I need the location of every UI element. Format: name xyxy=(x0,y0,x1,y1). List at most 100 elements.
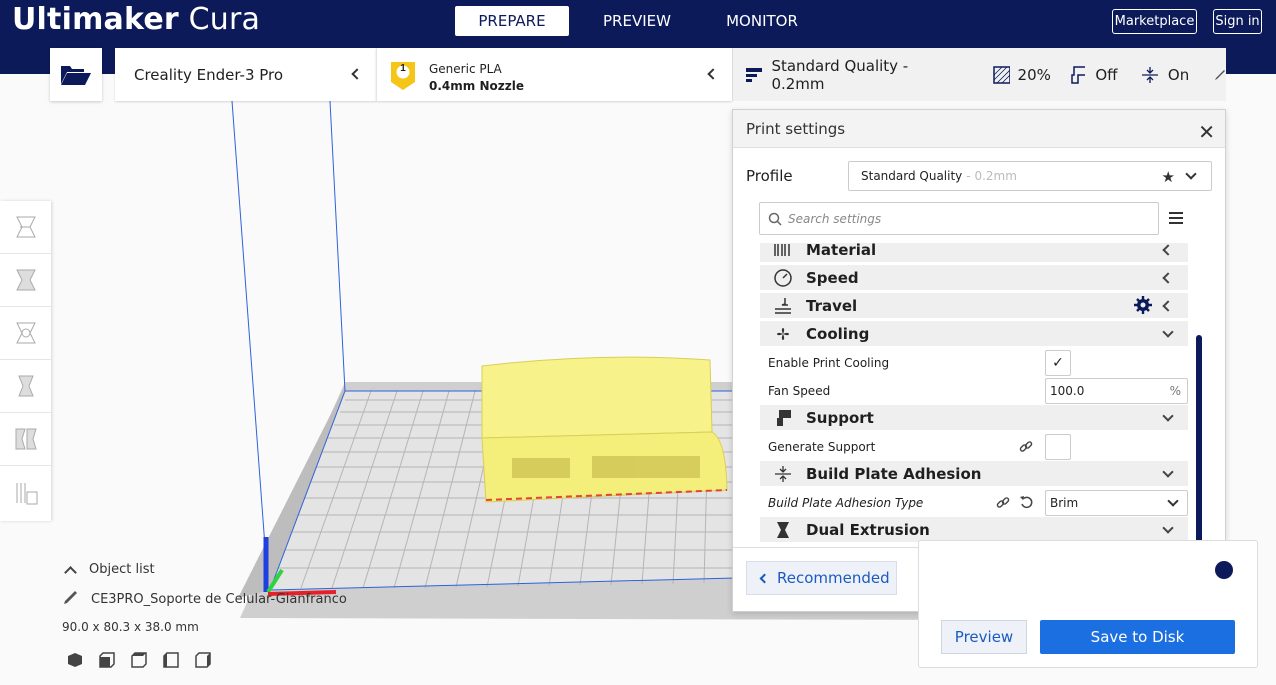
category-label: Build Plate Adhesion xyxy=(806,464,982,483)
recommended-button[interactable]: Recommended xyxy=(746,561,897,595)
support-icon xyxy=(760,409,806,427)
mirror-tool-icon[interactable] xyxy=(0,360,51,413)
setting-fan-speed: Fan Speed 100.0 % xyxy=(760,377,1188,405)
category-dual-extrusion[interactable]: Dual Extrusion xyxy=(760,517,1188,542)
preview-button[interactable]: Preview xyxy=(941,620,1027,654)
nozzle-size: 0.4mm Nozzle xyxy=(429,79,524,93)
fan-speed-unit: % xyxy=(1169,384,1181,398)
settings-menu-icon[interactable] xyxy=(1169,211,1183,229)
scale-tool-icon[interactable] xyxy=(0,254,51,307)
category-material[interactable]: Material xyxy=(760,243,1188,262)
move-tool-icon[interactable] xyxy=(0,201,51,254)
rotate-tool-icon[interactable] xyxy=(0,307,51,360)
setting-label: Enable Print Cooling xyxy=(768,356,890,370)
link-icon[interactable] xyxy=(996,496,1010,513)
printer-name: Creality Ender-3 Pro xyxy=(134,65,284,84)
top-view-icon[interactable] xyxy=(131,652,147,672)
fan-speed-value: 100.0 xyxy=(1050,384,1085,398)
sign-in-button[interactable]: Sign in xyxy=(1213,9,1262,34)
setting-label: Build Plate Adhesion Type xyxy=(768,496,924,510)
fan-icon xyxy=(760,324,806,344)
object-row[interactable]: CE3PRO_Soporte de Celular-Gianfranco xyxy=(62,589,347,610)
category-label: Dual Extrusion xyxy=(806,520,930,539)
search-placeholder: Search settings xyxy=(788,211,882,226)
tab-prepare[interactable]: PREPARE xyxy=(455,6,569,36)
star-icon[interactable]: ★ xyxy=(1162,168,1175,186)
object-name: CE3PRO_Soporte de Celular-Gianfranco xyxy=(91,592,347,607)
adhesion-icon xyxy=(1142,66,1158,83)
open-file-button[interactable] xyxy=(50,48,102,101)
info-icon[interactable] xyxy=(1215,561,1233,579)
print-setup-selector[interactable]: Standard Quality - 0.2mm 20% Off On xyxy=(732,48,1226,101)
chevron-down-icon xyxy=(1162,409,1174,422)
chevron-down-icon xyxy=(1162,325,1174,338)
support-value: Off xyxy=(1095,65,1118,84)
support-blocker-icon[interactable] xyxy=(0,466,51,519)
transform-toolbar xyxy=(0,201,51,521)
folder-open-icon xyxy=(61,65,91,85)
tab-monitor[interactable]: MONITOR xyxy=(697,6,827,36)
generate-support-checkbox[interactable] xyxy=(1045,434,1071,460)
category-support[interactable]: Support xyxy=(760,405,1188,430)
view-orientation-buttons xyxy=(67,652,347,672)
chevron-down-icon xyxy=(1162,465,1174,478)
adhesion-icon xyxy=(760,465,806,483)
category-label: Support xyxy=(806,408,874,427)
object-list-panel: Object list CE3PRO_Soporte de Celular-Gi… xyxy=(62,562,347,672)
setting-generate-support: Generate Support xyxy=(760,433,1188,461)
per-model-settings-icon[interactable] xyxy=(0,413,51,466)
chevron-left-icon xyxy=(1162,299,1174,312)
right-view-icon[interactable] xyxy=(195,652,211,672)
infill-value: 20% xyxy=(1017,65,1051,84)
speedometer-icon xyxy=(760,268,806,287)
quality-icon xyxy=(746,67,762,82)
quality-label: Standard Quality - 0.2mm xyxy=(771,56,909,93)
search-settings-input[interactable]: Search settings xyxy=(759,202,1159,235)
pencil-icon[interactable] xyxy=(1213,68,1226,82)
chevron-left-icon xyxy=(707,68,719,80)
category-cooling[interactable]: Cooling xyxy=(760,321,1188,346)
adhesion-type-dropdown[interactable]: Brim xyxy=(1045,490,1188,516)
dual-extrusion-icon xyxy=(760,521,806,539)
chevron-down-icon xyxy=(1185,168,1197,180)
chevron-up-icon xyxy=(64,565,77,579)
material-selector[interactable]: 1 Generic PLA 0.4mm Nozzle xyxy=(376,48,732,101)
link-icon[interactable] xyxy=(1019,440,1033,457)
category-build-plate-adhesion[interactable]: Build Plate Adhesion xyxy=(760,461,1188,486)
tab-preview[interactable]: PREVIEW xyxy=(577,6,697,36)
profile-dropdown[interactable]: Standard Quality - 0.2mm ★ xyxy=(848,161,1212,191)
print-settings-title: Print settings xyxy=(746,119,846,138)
3d-view-icon[interactable] xyxy=(67,652,83,672)
enable-cooling-checkbox[interactable]: ✓ xyxy=(1045,350,1071,376)
settings-scrollbar[interactable] xyxy=(1196,335,1202,547)
printer-selector[interactable]: Creality Ender-3 Pro xyxy=(115,48,376,101)
app-logo: Ultimaker Cura xyxy=(12,2,261,37)
chevron-left-icon xyxy=(1162,243,1174,256)
chevron-down-icon xyxy=(1167,495,1179,507)
chevron-left-icon xyxy=(351,68,363,80)
category-label: Material xyxy=(806,243,877,259)
infill-icon xyxy=(993,65,1010,84)
category-label: Travel xyxy=(806,296,858,315)
fan-speed-field[interactable]: 100.0 % xyxy=(1045,378,1188,404)
category-label: Cooling xyxy=(806,324,870,343)
travel-icon xyxy=(760,297,806,315)
marketplace-button[interactable]: Marketplace xyxy=(1112,9,1197,34)
gear-icon[interactable] xyxy=(1134,296,1152,318)
object-list-toggle[interactable]: Object list xyxy=(62,562,347,579)
material-name: Generic PLA xyxy=(429,62,502,76)
left-view-icon[interactable] xyxy=(163,652,179,672)
category-travel[interactable]: Travel xyxy=(760,293,1188,318)
category-speed[interactable]: Speed xyxy=(760,265,1188,290)
close-icon[interactable]: ✕ xyxy=(1198,120,1215,145)
setting-label: Fan Speed xyxy=(768,384,831,398)
chevron-left-icon xyxy=(759,573,770,583)
object-dimensions: 90.0 x 80.3 x 38.0 mm xyxy=(62,620,199,634)
front-view-icon[interactable] xyxy=(99,652,115,672)
pencil-icon[interactable] xyxy=(62,589,79,610)
save-to-disk-button[interactable]: Save to Disk xyxy=(1040,620,1235,654)
adhesion-value: On xyxy=(1167,65,1190,84)
setting-label: Generate Support xyxy=(768,440,876,454)
chevron-down-icon xyxy=(1162,521,1174,534)
reset-icon[interactable] xyxy=(1019,495,1034,513)
